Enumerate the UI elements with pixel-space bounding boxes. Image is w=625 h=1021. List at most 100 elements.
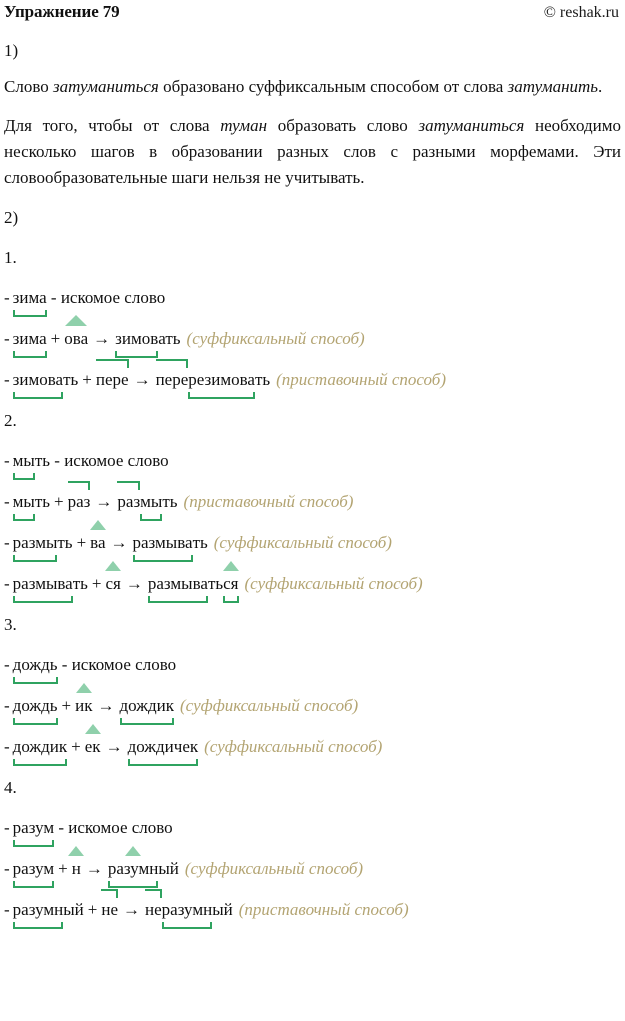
exercise-page: Упражнение 79 © reshak.ru 1) Слово затум… (0, 0, 625, 1021)
root-token: мы (12, 492, 36, 521)
site-watermark: © reshak.ru (543, 4, 619, 21)
method-note: (суффиксальный способ) (184, 859, 364, 878)
part-2-marker: 2) (4, 208, 19, 227)
paragraph-1: Слово затуманиться образовано суффиксаль… (4, 74, 621, 100)
morph-line-sought: - разум - искомое слово (4, 817, 623, 847)
bullet-dash: - (4, 655, 10, 674)
arrow-operator: → (95, 492, 113, 511)
bullet-dash: - (4, 859, 10, 878)
method-note: (суффиксальный способ) (244, 574, 423, 593)
text-run: Слово (4, 77, 53, 96)
root-token: зима (12, 329, 47, 358)
arrow-operator: → (125, 574, 143, 593)
bullet-dash: - (4, 818, 10, 837)
morph-line-derive: - дождь + ик → дождик (суффиксальный способ) (4, 695, 623, 725)
method-note: (суффиксальный способ) (179, 696, 359, 715)
arrow-operator: → (123, 900, 140, 919)
method-note: (приставочный способ) (183, 492, 354, 511)
prefix-token: не (145, 889, 162, 919)
root-token: зимов (115, 329, 159, 358)
prefix-token: пере (155, 359, 189, 389)
bullet-dash: - (4, 329, 10, 348)
arrow-operator: → (133, 370, 151, 389)
bullet-dash: - (4, 696, 10, 715)
plus-operator: + (87, 900, 98, 919)
root-token: разумн (161, 900, 213, 929)
suffix-token: ва (90, 533, 106, 552)
plus-operator: + (82, 370, 92, 389)
morph-line-derive: - зима + ова → зимовать (суффиксальный способ) (4, 328, 623, 358)
section-number: 4. (4, 778, 17, 797)
prefix-token: пере (95, 359, 129, 389)
word-tail: ть (254, 370, 271, 389)
bullet-dash: - (4, 451, 10, 470)
root-token: дождик (12, 737, 68, 766)
plus-operator: + (54, 492, 64, 511)
text-run: образовано суффиксальным способом от сло… (158, 77, 508, 96)
root-token: разумн (12, 900, 64, 929)
text-run: . (598, 77, 603, 96)
suffix-token: ся (105, 574, 121, 593)
page-header: Упражнение 79 © reshak.ru (2, 2, 623, 24)
morph-line-derive: - размывать + ся → размываться (суффиксальный … (4, 573, 623, 603)
morph-line-derive: - разум + н → разумный (суффиксальный способ) (4, 858, 623, 888)
arrow-operator: → (97, 696, 115, 715)
morph-line-derive: - мыть + раз → размыть (приставочный способ) (4, 481, 623, 521)
text-run-italic: туман (220, 116, 268, 135)
bullet-dash: - (4, 900, 10, 919)
page-title: Упражнение 79 (4, 2, 120, 21)
bullet-dash: - (4, 533, 10, 552)
word-tail: ть (192, 533, 208, 552)
prefix-token: раз (67, 481, 91, 511)
word-tail: ть (72, 574, 88, 593)
morph-line-derive: - дождик + ек → дождичек (суффиксальный способ… (4, 736, 623, 766)
word-tail: ый (158, 859, 179, 878)
sought-label: - искомое слово (54, 451, 169, 470)
section-number: 3. (4, 615, 17, 634)
root-token: размыва (132, 533, 193, 562)
bullet-dash: - (4, 370, 10, 389)
section-number: 1. (4, 248, 17, 267)
part-1-marker: 1) (4, 41, 19, 60)
reflexive-suffix-token: ся (223, 574, 239, 603)
suffix-token: ова (64, 329, 89, 348)
suffix-token: ек (84, 737, 101, 756)
suffix-token: ик (75, 696, 93, 715)
root-token: разум (12, 818, 55, 847)
root-token: размыва (147, 574, 209, 603)
bullet-dash: - (4, 288, 10, 307)
bullet-dash: - (4, 574, 10, 593)
root-token: размы (12, 533, 58, 562)
text-run: образовать слово (267, 116, 419, 135)
section-number: 2. (4, 411, 17, 430)
word-tail: ть (34, 492, 51, 511)
root-token: резимова (188, 370, 255, 399)
method-note: (суффиксальный способ) (204, 737, 383, 756)
text-run-italic: затуманить (507, 77, 599, 96)
arrow-operator: → (105, 737, 123, 756)
root-token: дождь (12, 696, 58, 725)
arrow-operator: → (110, 533, 128, 552)
plus-operator: + (61, 696, 72, 715)
arrow-operator: → (93, 329, 111, 348)
bullet-dash: - (4, 737, 10, 756)
morph-line-derive: - разумный + не → неразумный (приставочный спо… (4, 889, 623, 929)
word-tail: ать (158, 329, 181, 348)
method-note: (суффиксальный способ) (186, 329, 365, 348)
word-tail: ть (207, 574, 224, 593)
text-run-italic: затуманиться (52, 77, 159, 96)
root-token: дождик (119, 696, 175, 725)
prefix-token: не (101, 889, 118, 919)
morph-line-sought: - зима - искомое слово (4, 287, 623, 317)
root-token: дождь (12, 655, 58, 684)
root-token: мы (140, 492, 163, 521)
root-token: размыва (12, 574, 73, 603)
sought-label: - искомое слово (58, 818, 173, 837)
word-tail: ть (162, 492, 178, 511)
plus-operator: + (50, 329, 61, 348)
morph-line-derive: - размыть + ва → размывать (суффиксальный спос… (4, 532, 623, 562)
root-token: дождичек (127, 737, 199, 766)
word-tail: ый (63, 900, 84, 919)
bullet-dash: - (4, 492, 10, 511)
word-tail: ый (212, 900, 233, 919)
